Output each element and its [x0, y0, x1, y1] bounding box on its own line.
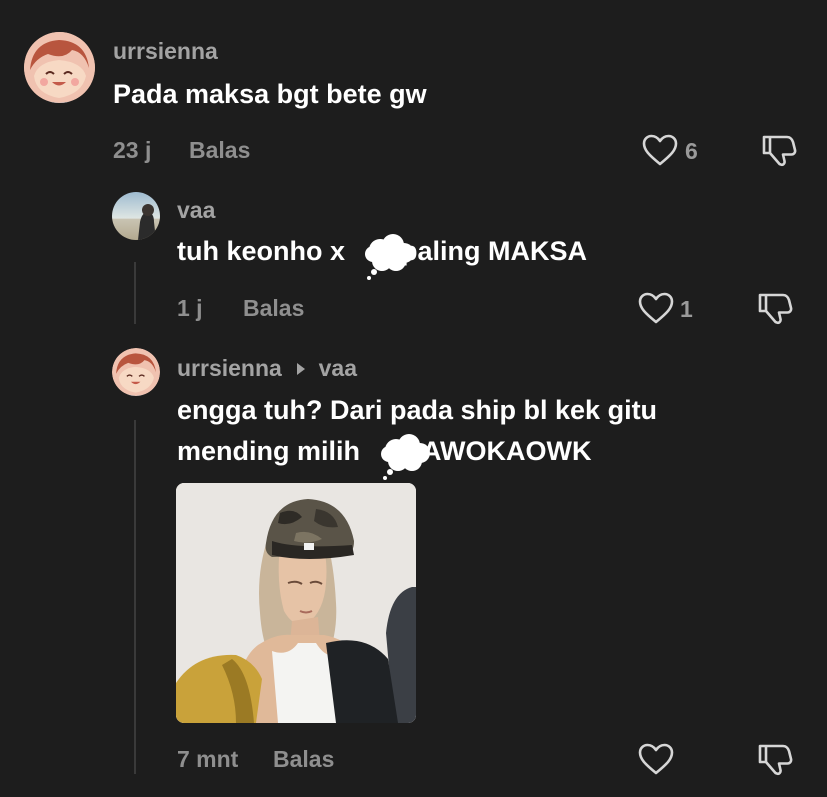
comment-time: 23 j [113, 137, 152, 163]
avatar-illustration [24, 32, 95, 103]
comment-text-part: paling MAKSA [401, 236, 587, 266]
comment-username: urrsienna vaa [177, 354, 357, 385]
comment-time: 7 mnt [177, 746, 239, 772]
comment-text-line: engga tuh? Dari pada ship bl kek gitu [177, 395, 658, 425]
comment-username[interactable]: urrsienna [113, 37, 218, 65]
avatar[interactable] [24, 32, 95, 103]
like-count: 1 [680, 296, 693, 322]
comment-username[interactable]: vaa [177, 196, 215, 224]
thread-line [134, 262, 136, 324]
reply-button[interactable]: Balas [243, 294, 304, 322]
thumbs-down-icon[interactable] [756, 740, 794, 778]
reply-button[interactable]: Balas [273, 745, 334, 773]
thought-cloud-sticker [362, 232, 418, 287]
thumbs-down-icon[interactable] [756, 289, 794, 327]
avatar[interactable] [112, 348, 160, 396]
attached-photo[interactable] [176, 483, 416, 723]
caret-right-icon [296, 354, 306, 382]
reply-button[interactable]: Balas [189, 136, 250, 164]
comment-text: Pada maksa bgt bete gw [113, 79, 427, 109]
heart-outline-icon[interactable] [637, 742, 675, 776]
thread-line [134, 420, 136, 774]
thumbs-down-icon[interactable] [760, 131, 798, 169]
heart-outline-icon[interactable] [641, 133, 679, 167]
avatar-illustration [112, 348, 160, 396]
comment-text-part: mending milih [177, 436, 361, 466]
photo-content [176, 483, 416, 723]
reply-target[interactable]: vaa [319, 355, 357, 381]
like-count: 6 [685, 138, 698, 164]
comment-text-part: tuh keonho x [177, 236, 345, 266]
comment-text-part: AWOKAOWK [422, 436, 592, 466]
thought-cloud-sticker [378, 432, 434, 487]
heart-outline-icon[interactable] [637, 291, 675, 325]
avatar[interactable] [112, 192, 160, 240]
avatar-photo [112, 192, 160, 240]
reply-author[interactable]: urrsienna [177, 355, 282, 381]
comment-time: 1 j [177, 295, 203, 321]
